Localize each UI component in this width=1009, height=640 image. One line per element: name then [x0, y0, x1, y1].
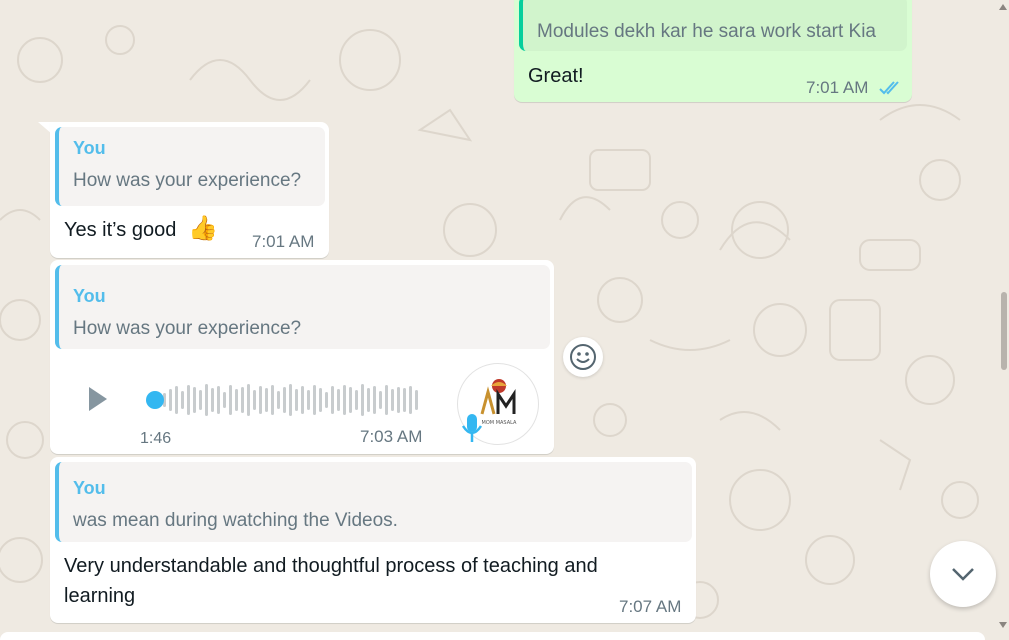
svg-text:MOM MASALA: MOM MASALA	[482, 420, 517, 426]
waveform-bar	[181, 391, 184, 409]
scrollbar-thumb[interactable]	[1001, 292, 1007, 370]
waveform-bar	[373, 386, 376, 414]
message-bubble-outgoing[interactable]: Modules dekh kar he sara work start Kia …	[514, 0, 912, 102]
waveform-bar	[385, 385, 388, 415]
waveform-bar	[193, 387, 196, 413]
message-text: Great!	[528, 65, 584, 87]
waveform-bar	[169, 389, 172, 411]
waveform-bar	[229, 385, 232, 415]
quote-author: You	[73, 138, 106, 158]
waveform-bar	[277, 391, 280, 409]
waveform-bar	[355, 390, 358, 410]
waveform-bar	[265, 388, 268, 412]
waveform-bar	[415, 390, 418, 410]
quoted-text: was mean during watching the Videos.	[73, 510, 398, 531]
quoted-text: How was your experience?	[73, 170, 302, 191]
smiley-icon	[570, 344, 596, 370]
waveform-bar	[211, 388, 214, 412]
waveform-bar	[301, 386, 304, 414]
waveform-bar	[217, 386, 220, 414]
double-check-icon	[879, 81, 899, 95]
scroll-to-bottom-button[interactable]	[930, 541, 996, 607]
quoted-text: How was your experience?	[73, 318, 302, 339]
quote-author: You	[73, 478, 106, 498]
waveform-bar	[331, 386, 334, 414]
waveform-bar	[289, 384, 292, 416]
quoted-message[interactable]: You How was your experience?	[55, 127, 325, 206]
thumbs-up-emoji: 👍	[188, 215, 218, 242]
voice-message-bubble[interactable]: You How was your experience? 1:46 7:03 A…	[50, 260, 554, 454]
waveform-bar	[391, 389, 394, 411]
waveform-bar	[247, 384, 250, 416]
react-button[interactable]	[563, 337, 603, 377]
quoted-message[interactable]: Modules dekh kar he sara work start Kia	[519, 0, 907, 51]
quoted-message[interactable]: You How was your experience?	[55, 265, 550, 349]
waveform-bar	[337, 389, 340, 411]
compose-bar-edge	[0, 632, 985, 640]
waveform-bar	[223, 392, 226, 408]
waveform-bar	[253, 390, 256, 410]
quote-author: You	[73, 286, 106, 306]
waveform-bar	[283, 387, 286, 413]
mic-icon	[461, 414, 483, 442]
waveform-bar	[403, 388, 406, 412]
waveform-bar	[205, 384, 208, 416]
message-time: 7:01 AM	[806, 78, 869, 97]
waveform-bar	[271, 385, 274, 415]
waveform-bar	[307, 390, 310, 410]
chevron-down-icon	[952, 568, 974, 581]
waveform-bar	[397, 387, 400, 413]
waveform-bar	[241, 387, 244, 413]
waveform-bar	[379, 391, 382, 409]
message-text: Yes it’s good	[64, 219, 177, 241]
waveform-bar	[325, 392, 328, 408]
quoted-text: Modules dekh kar he sara work start Kia	[537, 21, 876, 42]
message-time: 7:03 AM	[360, 427, 423, 446]
waveform-bar	[199, 390, 202, 410]
waveform-bar	[343, 385, 346, 415]
message-time: 7:07 AM	[619, 597, 682, 616]
voice-waveform[interactable]	[145, 380, 420, 420]
waveform-bar	[295, 389, 298, 411]
play-icon[interactable]	[85, 385, 111, 413]
waveform-bar	[367, 388, 370, 412]
message-time: 7:01 AM	[252, 232, 315, 251]
message-bubble-incoming[interactable]: You How was your experience? Yes it’s go…	[50, 122, 329, 258]
voice-progress-handle	[146, 391, 164, 409]
waveform-bar	[319, 388, 322, 412]
message-text: Very understandable and thoughtful proce…	[64, 555, 598, 607]
waveform-bar	[349, 387, 352, 413]
voice-duration: 1:46	[140, 430, 172, 447]
quoted-message[interactable]: You was mean during watching the Videos.	[55, 462, 692, 542]
waveform-bar	[235, 389, 238, 411]
waveform-bar	[187, 385, 190, 415]
message-bubble-incoming[interactable]: You was mean during watching the Videos.…	[50, 457, 696, 623]
waveform-bar	[259, 386, 262, 414]
waveform-bar	[313, 385, 316, 415]
waveform-bar	[361, 384, 364, 416]
waveform-bar	[409, 386, 412, 414]
waveform-bar	[175, 386, 178, 414]
